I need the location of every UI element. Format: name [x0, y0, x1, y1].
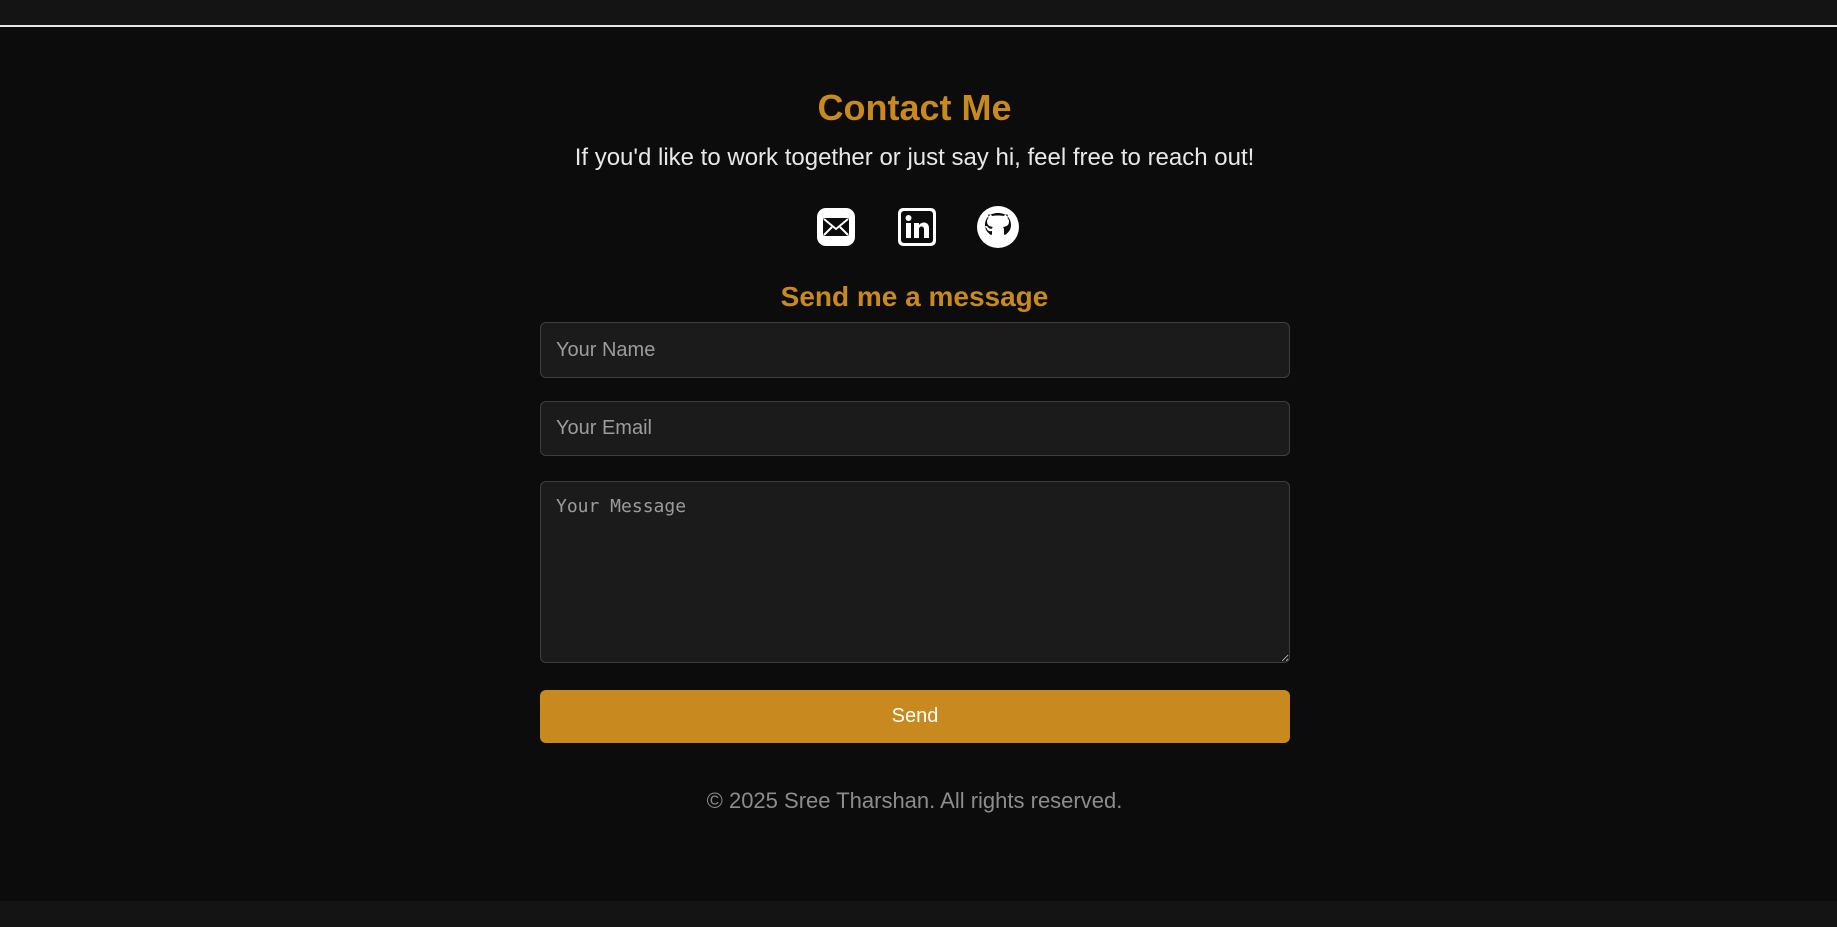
footer-copyright: © 2025 Sree Tharshan. All rights reserve… [706, 788, 1123, 813]
bottom-strip [0, 901, 1837, 927]
contact-subtitle: If you'd like to work together or just s… [574, 144, 1255, 171]
email-link[interactable] [812, 203, 859, 251]
github-link[interactable] [975, 203, 1022, 251]
email-icon [816, 208, 855, 246]
contact-title: Contact Me [817, 87, 1012, 128]
linkedin-link[interactable] [893, 203, 940, 251]
top-nav-border [0, 0, 1837, 27]
contact-section: Contact Me If you'd like to work togethe… [0, 27, 1837, 901]
github-icon [977, 206, 1020, 249]
social-links [812, 203, 1022, 251]
send-button[interactable]: Send [540, 690, 1290, 743]
linkedin-icon [897, 208, 936, 246]
form-title: Send me a message [780, 281, 1049, 312]
email-input[interactable] [540, 401, 1290, 456]
message-textarea[interactable] [540, 481, 1290, 663]
name-input[interactable] [540, 322, 1290, 378]
